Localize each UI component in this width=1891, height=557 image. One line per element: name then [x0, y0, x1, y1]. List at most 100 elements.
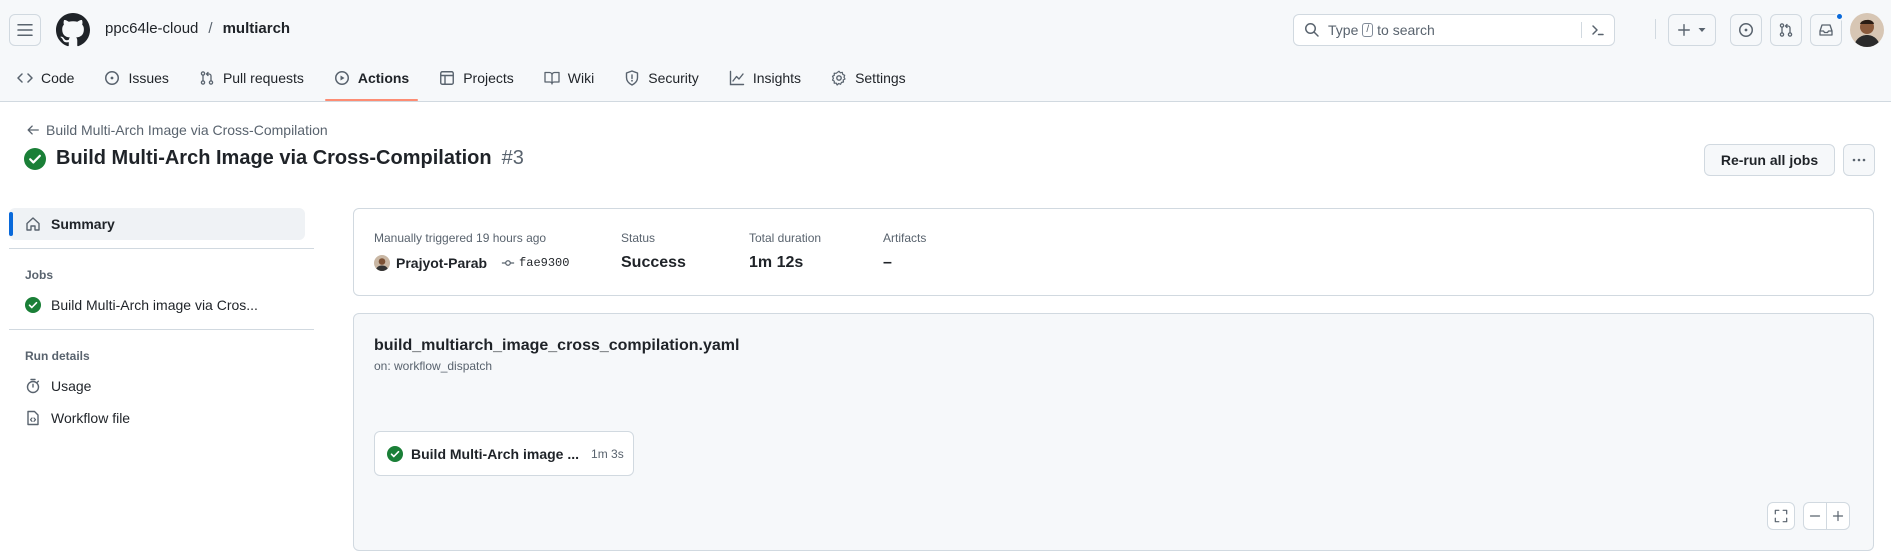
search-input[interactable]: Type / to search — [1293, 14, 1615, 46]
search-placeholder-suffix: to search — [1377, 22, 1435, 38]
tab-label: Projects — [463, 70, 514, 86]
owner-link[interactable]: ppc64le-cloud — [105, 20, 198, 37]
trigger-column: Manually triggered 19 hours ago Prajyot-… — [374, 231, 569, 271]
tab-label: Security — [648, 70, 699, 86]
sidebar-divider — [9, 329, 314, 330]
sidebar-item-job[interactable]: Build Multi-Arch image via Cros... — [9, 289, 305, 321]
sidebar-item-label: Build Multi-Arch image via Cros... — [51, 297, 258, 313]
plus-icon — [1678, 24, 1690, 36]
issue-icon — [105, 71, 120, 85]
artifacts-value: – — [883, 254, 892, 271]
run-title-text: Build Multi-Arch Image via Cross-Compila… — [56, 147, 492, 169]
hamburger-icon — [17, 24, 33, 36]
repo-link[interactable]: multiarch — [223, 20, 291, 37]
create-new-button[interactable] — [1668, 14, 1716, 46]
page-title: Build Multi-Arch Image via Cross-Compila… — [24, 147, 524, 170]
repo-nav-tabs: Code Issues Pull requests Actions Projec… — [0, 58, 919, 102]
sidebar-divider — [9, 248, 314, 249]
tab-label: Actions — [357, 70, 410, 86]
zoom-in-button[interactable] — [1826, 502, 1850, 530]
fullscreen-button[interactable] — [1767, 502, 1795, 530]
file-code-icon — [27, 410, 39, 426]
tab-security[interactable]: Security — [615, 58, 708, 98]
trigger-label: Manually triggered 19 hours ago — [374, 231, 547, 245]
git-commit-icon — [501, 260, 515, 266]
global-header: ppc64le-cloud / multiarch Type / to sear… — [0, 0, 1891, 102]
tab-label: Settings — [855, 70, 906, 86]
tab-pull-requests[interactable]: Pull requests — [190, 58, 313, 98]
workflow-trigger: on: workflow_dispatch — [374, 359, 493, 373]
tab-label: Code — [41, 70, 75, 86]
notification-dot — [1835, 12, 1844, 21]
stopwatch-icon — [26, 378, 40, 394]
duration-label: Total duration — [749, 231, 822, 245]
search-shortcut-key: / — [1362, 23, 1374, 37]
artifacts-label: Artifacts — [883, 231, 927, 245]
repo-breadcrumb: ppc64le-cloud / multiarch — [105, 20, 290, 37]
tab-label: Pull requests — [222, 70, 304, 86]
command-palette-button[interactable] — [1581, 22, 1606, 38]
hamburger-menu-button[interactable] — [9, 14, 41, 46]
more-options-button[interactable] — [1843, 144, 1875, 176]
search-icon — [1305, 23, 1319, 37]
rerun-all-jobs-button[interactable]: Re-run all jobs — [1704, 144, 1835, 176]
back-to-workflow-link[interactable]: Build Multi-Arch Image via Cross-Compila… — [26, 122, 328, 138]
terminal-icon — [1592, 25, 1604, 36]
duration-value: 1m 12s — [749, 254, 804, 271]
status-value: Success — [621, 254, 686, 271]
inbox-icon — [1819, 24, 1833, 36]
run-summary-card: Manually triggered 19 hours ago Prajyot-… — [353, 208, 1874, 296]
tab-insights[interactable]: Insights — [720, 58, 810, 98]
shield-icon — [626, 70, 639, 86]
table-icon — [440, 71, 455, 85]
tab-code[interactable]: Code — [8, 58, 83, 98]
job-node[interactable]: Build Multi-Arch image ... 1m 3s — [374, 431, 634, 476]
run-sidebar: Summary Jobs Build Multi-Arch image via … — [9, 208, 314, 434]
tab-issues[interactable]: Issues — [95, 58, 177, 98]
workflow-file-name[interactable]: build_multiarch_image_cross_compilation.… — [374, 337, 739, 355]
run-details-heading: Run details — [25, 349, 90, 363]
search-placeholder-prefix: Type — [1328, 22, 1359, 38]
issues-button[interactable] — [1730, 14, 1762, 46]
sidebar-item-usage[interactable]: Usage — [9, 370, 305, 402]
play-icon — [334, 71, 349, 85]
github-logo-icon[interactable] — [56, 13, 90, 47]
user-avatar[interactable] — [1850, 13, 1884, 47]
tab-label: Insights — [752, 70, 802, 86]
plus-icon — [1832, 510, 1844, 522]
job-node-duration: 1m 3s — [591, 446, 624, 461]
kebab-horizontal-icon — [1852, 158, 1866, 162]
inbox-button[interactable] — [1810, 12, 1844, 46]
sidebar-item-summary[interactable]: Summary — [9, 208, 305, 240]
breadcrumb-separator: / — [208, 20, 213, 37]
home-icon — [26, 217, 40, 231]
triangle-down-icon — [1698, 28, 1706, 32]
tab-projects[interactable]: Projects — [430, 58, 523, 98]
actor-avatar[interactable] — [374, 255, 390, 271]
check-circle-fill-icon — [24, 147, 46, 170]
graph-icon — [729, 70, 745, 86]
sidebar-item-label: Workflow file — [51, 410, 131, 426]
tab-actions[interactable]: Actions — [324, 58, 419, 101]
status-label: Status — [621, 231, 656, 245]
run-number: #3 — [501, 147, 524, 169]
sidebar-item-workflow-file[interactable]: Workflow file — [9, 402, 305, 434]
commit-sha: fae9300 — [519, 256, 570, 270]
git-pull-request-icon — [1779, 23, 1793, 37]
jobs-heading: Jobs — [25, 268, 54, 282]
tab-label: Wiki — [567, 70, 595, 86]
back-link-label: Build Multi-Arch Image via Cross-Compila… — [46, 122, 328, 138]
commit-link[interactable]: fae9300 — [501, 256, 569, 270]
duration-column: Total duration 1m 12s — [749, 231, 821, 272]
pull-requests-button[interactable] — [1770, 14, 1802, 46]
zoom-out-button[interactable] — [1803, 502, 1827, 530]
workflow-graph-card: build_multiarch_image_cross_compilation.… — [353, 313, 1874, 551]
job-node-name: Build Multi-Arch image ... — [411, 445, 580, 462]
tab-wiki[interactable]: Wiki — [535, 58, 603, 98]
actor-link[interactable]: Prajyot-Parab — [396, 255, 487, 271]
status-column: Status Success — [621, 231, 686, 272]
tab-label: Issues — [128, 70, 169, 86]
tab-settings[interactable]: Settings — [822, 58, 915, 98]
pull-request-icon — [200, 71, 214, 85]
check-circle-fill-icon — [25, 297, 41, 313]
